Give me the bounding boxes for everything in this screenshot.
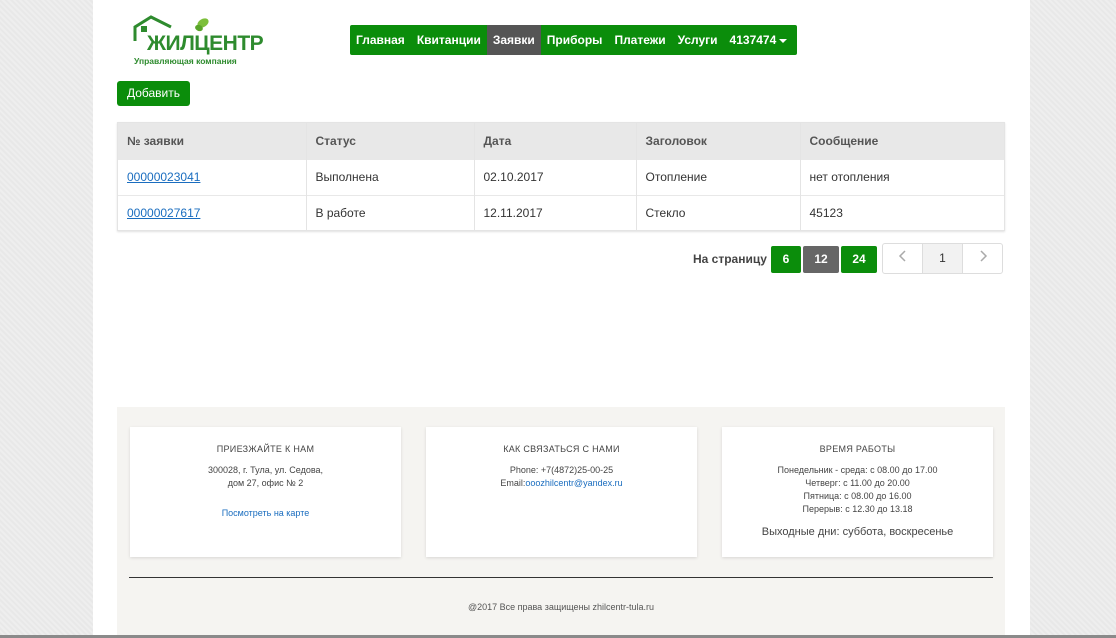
table-row: 00000027617 В работе 12.11.2017 Стекло 4… <box>118 194 1004 231</box>
footer-divider <box>129 577 993 578</box>
page-container: ЖИЛЦЕНТР Управляющая компания Главная Кв… <box>93 0 1030 638</box>
nav-item-account-dropdown[interactable]: 4137474 <box>724 25 794 55</box>
request-number-link[interactable]: 00000027617 <box>127 206 200 220</box>
contact-card: КАК СВЯЗАТЬСЯ С НАМИ Phone: +7(4872)25-0… <box>426 427 697 557</box>
copyright: @2017 Все права защищены zhilcentr-tula.… <box>467 602 655 612</box>
message-cell: нет отопления <box>800 158 1004 195</box>
contact-title: КАК СВЯЗАТЬСЯ С НАМИ <box>503 444 620 454</box>
hours-title: ВРЕМЯ РАБОТЫ <box>819 444 896 454</box>
request-number-link[interactable]: 00000023041 <box>127 170 200 184</box>
date-cell: 02.10.2017 <box>474 158 637 195</box>
logo[interactable]: ЖИЛЦЕНТР Управляющая компания <box>131 15 264 67</box>
hours-line: Четверг: с 11.00 до 20.00 <box>805 478 910 488</box>
per-page-6-button[interactable]: 6 <box>771 246 801 273</box>
per-page-12-button[interactable]: 12 <box>803 246 839 273</box>
chevron-right-icon <box>979 250 987 262</box>
title-cell: Стекло <box>636 194 801 231</box>
prev-page-button[interactable] <box>883 244 923 273</box>
column-header[interactable]: Заголовок <box>636 123 801 159</box>
nav-label: Приборы <box>546 33 603 47</box>
hours-line: Понедельник - среда: с 08.00 до 17.00 <box>777 465 938 475</box>
message-cell: 45123 <box>800 194 1004 231</box>
nav-item-payments[interactable]: Платежи <box>608 25 671 55</box>
request-number-cell: 00000027617 <box>118 194 307 231</box>
address-line: дом 27, офис № 2 <box>227 478 304 488</box>
logo-subtitle: Управляющая компания <box>134 56 237 66</box>
column-header[interactable]: Статус <box>306 123 475 159</box>
nav-item-requests[interactable]: Заявки <box>486 25 541 55</box>
logo-text: ЖИЛЦЕНТР <box>147 32 264 55</box>
hours-card: ВРЕМЯ РАБОТЫ Понедельник - среда: с 08.0… <box>722 427 993 557</box>
weekend-days: Выходные дни: суббота, воскресенье <box>761 526 954 538</box>
visit-card: ПРИЕЗЖАЙТЕ К НАМ 300028, г. Тула, ул. Се… <box>130 427 401 557</box>
table-header-row: № заявки Статус Дата Заголовок Сообщение <box>118 123 1004 159</box>
column-header[interactable]: Дата <box>474 123 637 159</box>
next-page-button[interactable] <box>963 244 1002 273</box>
requests-table: № заявки Статус Дата Заголовок Сообщение… <box>117 122 1005 231</box>
table-row: 00000023041 Выполнена 02.10.2017 Отоплен… <box>118 158 1004 195</box>
add-request-button[interactable]: Добавить <box>117 81 190 106</box>
email-line: Email:ooozhilcentr@yandex.ru <box>426 477 697 490</box>
nav-label: Услуги <box>677 33 718 47</box>
nav-item-home[interactable]: Главная <box>350 25 411 55</box>
address-line: 300028, г. Тула, ул. Седова, <box>207 465 324 475</box>
request-number-cell: 00000023041 <box>118 158 307 195</box>
map-link[interactable]: Посмотреть на карте <box>222 508 310 518</box>
title-cell: Отопление <box>636 158 801 195</box>
main-nav: Главная Квитанции Заявки Приборы Платежи… <box>350 25 798 55</box>
nav-item-services[interactable]: Услуги <box>672 25 724 55</box>
nav-label: Квитанции <box>416 33 481 47</box>
per-page-label: На страницу <box>693 252 767 266</box>
date-cell: 12.11.2017 <box>474 194 637 231</box>
nav-item-meters[interactable]: Приборы <box>541 25 609 55</box>
per-page-24-button[interactable]: 24 <box>841 246 877 273</box>
chevron-left-icon <box>898 250 906 262</box>
nav-label: Главная <box>356 33 405 47</box>
current-page[interactable]: 1 <box>923 244 963 273</box>
hours-line: Перерыв: с 12.30 до 13.18 <box>802 504 913 514</box>
visit-title: ПРИЕЗЖАЙТЕ К НАМ <box>216 444 315 454</box>
account-number: 4137474 <box>729 33 777 47</box>
email-label: Email: <box>500 478 526 488</box>
pagination: 1 <box>882 243 1003 274</box>
nav-label: Заявки <box>492 33 535 47</box>
nav-label: Платежи <box>614 33 666 47</box>
nav-item-receipts[interactable]: Квитанции <box>411 25 487 55</box>
status-cell: В работе <box>306 194 475 231</box>
footer: ПРИЕЗЖАЙТЕ К НАМ 300028, г. Тула, ул. Се… <box>117 407 1005 638</box>
phone: Phone: +7(4872)25-00-25 <box>509 465 614 475</box>
column-header[interactable]: № заявки <box>118 123 307 159</box>
hours-line: Пятница: с 08.00 до 16.00 <box>803 491 912 501</box>
column-header[interactable]: Сообщение <box>800 123 1004 159</box>
status-cell: Выполнена <box>306 158 475 195</box>
email-link[interactable]: ooozhilcentr@yandex.ru <box>525 478 622 488</box>
caret-down-icon <box>779 38 788 43</box>
